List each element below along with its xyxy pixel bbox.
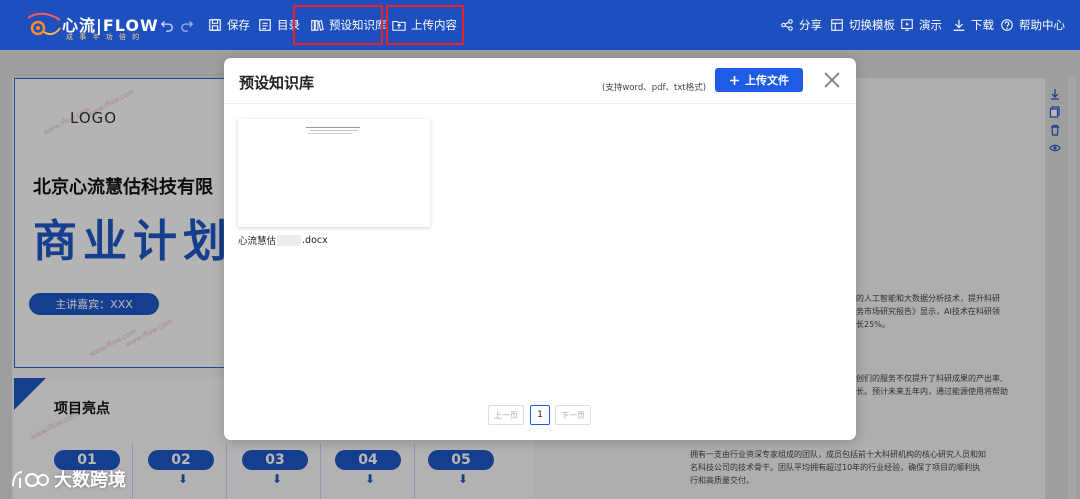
- dialog-title: 预设知识库: [239, 74, 315, 92]
- save-button[interactable]: 保存: [208, 0, 250, 50]
- toc-button[interactable]: 目录: [258, 0, 300, 50]
- next-page-button[interactable]: 下一页: [555, 405, 591, 425]
- brand-watermark: 大数跨境: [10, 466, 126, 492]
- upload-file-button[interactable]: 上传文件: [715, 68, 803, 92]
- toc-label: 目录: [277, 18, 300, 32]
- dialog-header: 预设知识库 (支持word、pdf、txt格式) 上传文件: [224, 58, 856, 104]
- redo-button[interactable]: [180, 0, 194, 50]
- save-icon: [209, 19, 221, 31]
- preset-knowledge-base-label: 预设知识库: [329, 18, 387, 32]
- redacted-text: [277, 234, 302, 246]
- file-name-prefix: 心流慧估: [238, 236, 277, 247]
- download-icon: [953, 19, 965, 31]
- page-number-button[interactable]: 1: [530, 405, 550, 425]
- help-center-button[interactable]: 帮助中心: [1000, 0, 1065, 50]
- template-icon: [831, 19, 843, 31]
- close-icon[interactable]: [822, 70, 842, 90]
- save-label: 保存: [227, 18, 250, 32]
- upload-content-button[interactable]: 上传内容: [392, 0, 457, 50]
- share-icon: [781, 19, 793, 31]
- upload-content-label: 上传内容: [411, 18, 457, 32]
- brand-logo-icon: [12, 471, 49, 488]
- share-label: 分享: [799, 18, 822, 32]
- supported-formats-hint: (支持word、pdf、txt格式): [602, 83, 707, 93]
- plus-icon: [730, 75, 739, 85]
- present-icon: [901, 19, 913, 31]
- present-label: 演示: [919, 18, 942, 32]
- download-button[interactable]: 下载: [952, 0, 994, 50]
- flow-logo-icon: [27, 12, 61, 36]
- brand-watermark-text: 大数跨境: [54, 470, 126, 491]
- upload-folder-icon: [392, 20, 406, 31]
- preset-knowledge-base-dialog: 预设知识库 (支持word、pdf、txt格式) 上传文件 心流慧估 .docx…: [224, 58, 856, 440]
- switch-template-label: 切换模板: [849, 18, 895, 32]
- thumbnail-text-line: [308, 133, 352, 134]
- file-thumbnail-card[interactable]: [238, 119, 430, 227]
- top-toolbar: 心流|FLOW 成 事 半 功 倍 的 保存 目录 预设知识库 上传内容 分享 …: [0, 0, 1080, 50]
- list-icon: [259, 19, 271, 31]
- file-name[interactable]: 心流慧估 .docx: [238, 233, 328, 247]
- help-center-label: 帮助中心: [1019, 18, 1065, 32]
- download-label: 下载: [971, 18, 994, 32]
- share-button[interactable]: 分享: [780, 0, 822, 50]
- redo-icon: [181, 21, 194, 32]
- preset-knowledge-base-button[interactable]: 预设知识库: [310, 0, 387, 50]
- present-button[interactable]: 演示: [900, 0, 942, 50]
- thumbnail-text-line: [310, 130, 358, 131]
- undo-icon: [160, 21, 173, 32]
- library-icon: [311, 19, 324, 31]
- prev-page-button[interactable]: 上一页: [488, 405, 524, 425]
- undo-button[interactable]: [160, 0, 174, 50]
- app-logo[interactable]: 心流|FLOW 成 事 半 功 倍 的: [26, 8, 158, 42]
- logo-tagline: 成 事 半 功 倍 的: [66, 33, 142, 41]
- switch-template-button[interactable]: 切换模板: [830, 0, 895, 50]
- file-name-extension: .docx: [302, 234, 328, 246]
- help-icon: [1001, 19, 1013, 31]
- thumbnail-text-line: [306, 127, 360, 128]
- upload-file-label: 上传文件: [745, 74, 789, 87]
